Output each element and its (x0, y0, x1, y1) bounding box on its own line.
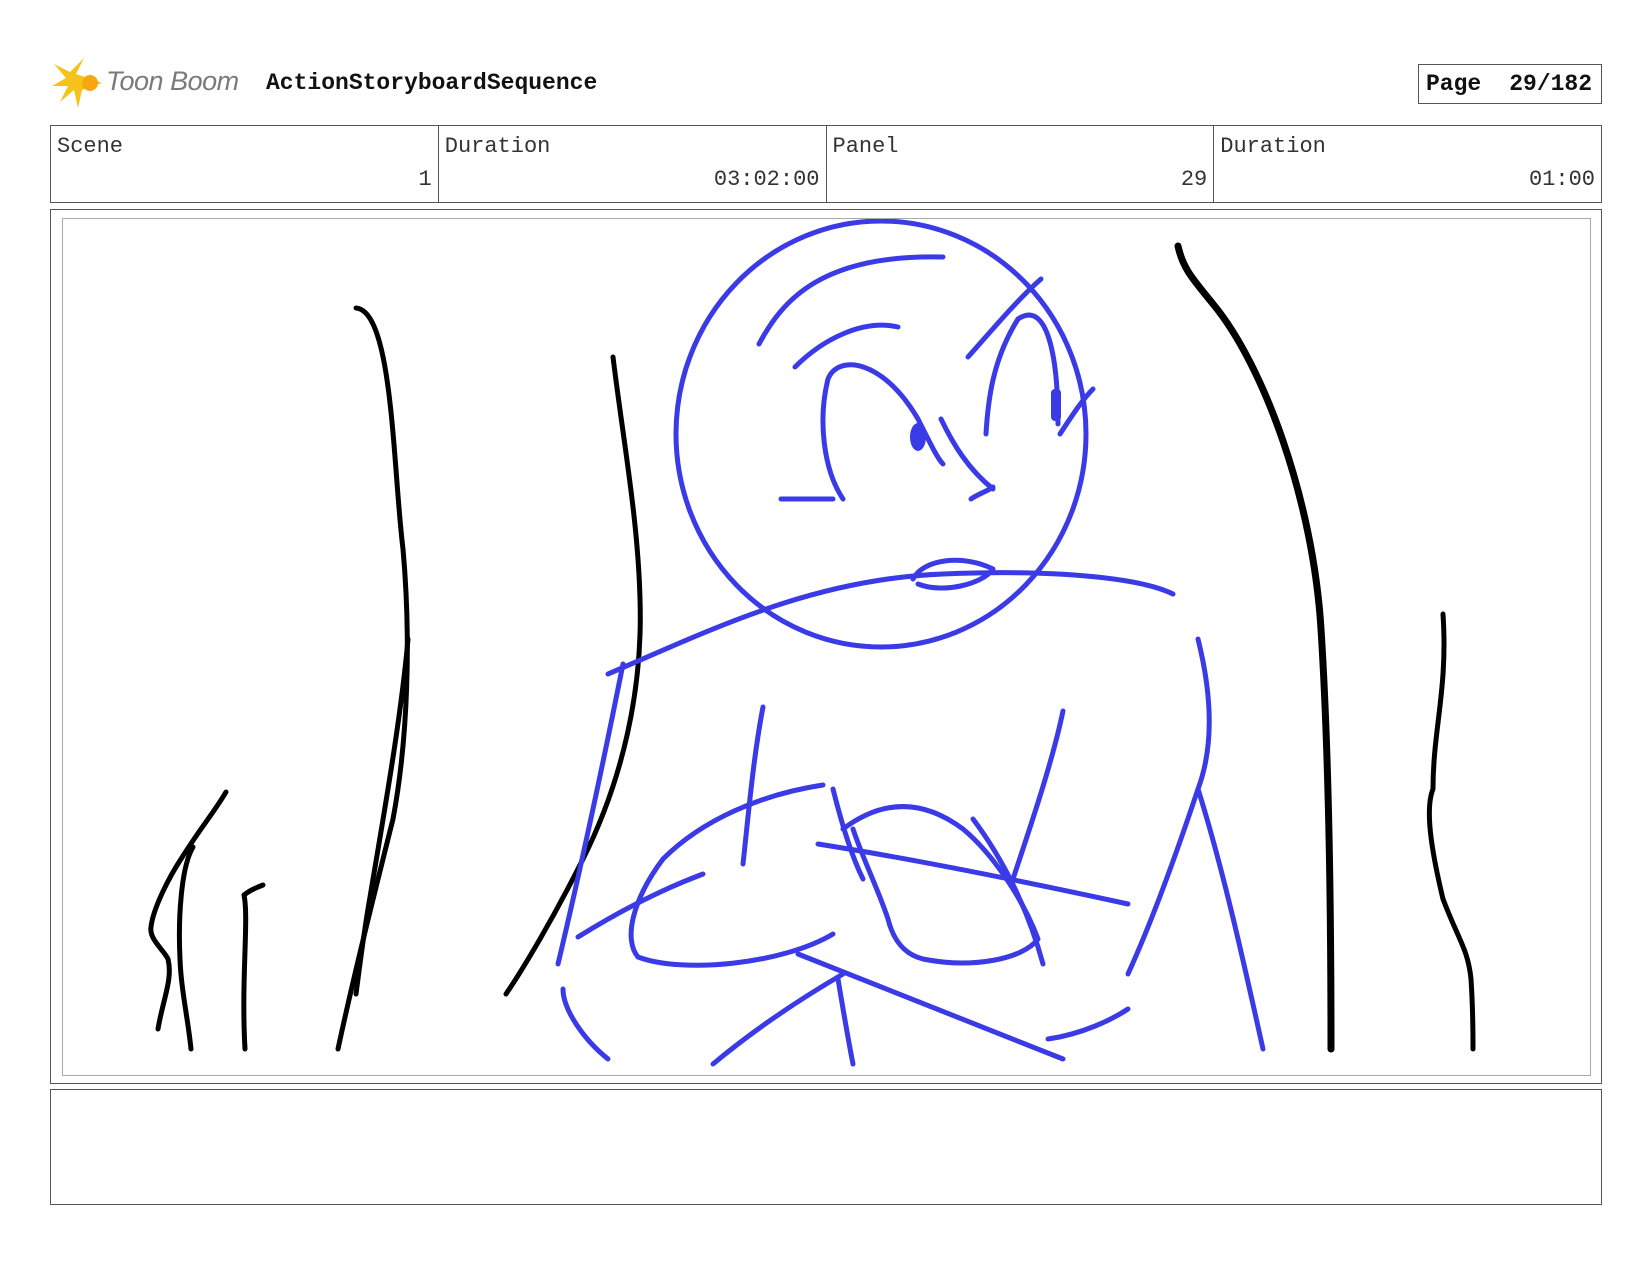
character-head (673, 219, 1089, 650)
scene-label: Scene (57, 134, 124, 159)
project-title: ActionStoryboardSequence (266, 70, 598, 96)
grass-blade-3 (241, 882, 266, 1052)
torso-line-left (740, 704, 766, 867)
scene-duration-value: 03:02:00 (713, 167, 820, 192)
tree-trunk-left (335, 305, 410, 1052)
body-right-side (1125, 636, 1212, 977)
forearm-left (575, 871, 706, 940)
panel-label: Panel (832, 134, 899, 159)
nose-tip (968, 484, 996, 502)
leg-left (710, 971, 846, 1067)
storyboard-sketch (148, 219, 1476, 1067)
tree-trunk-left-inner (353, 636, 411, 997)
arm-left (628, 782, 836, 968)
scene-duration-cell: Duration 03:02:00 (439, 126, 827, 202)
brow-left (792, 322, 901, 370)
tree-trunk-far-right (1426, 611, 1476, 1052)
storyboard-panel-frame (50, 209, 1602, 1084)
panel-cell: Panel 29 (827, 126, 1215, 202)
character-sketch (555, 219, 1266, 1067)
leg-crossing-line (795, 951, 1066, 1062)
scene-cell: Scene 1 (51, 126, 439, 202)
logo-text: Toon Boom (106, 66, 239, 96)
panel-duration-label: Duration (1220, 134, 1326, 159)
panel-value: 29 (1180, 167, 1208, 192)
leg-center (835, 976, 856, 1067)
pupil-left (910, 423, 926, 451)
page-number: 29/182 (1509, 71, 1593, 97)
storyboard-drawing-area (62, 218, 1591, 1076)
background-trees (148, 242, 1476, 1053)
leg-left-outline (560, 986, 611, 1062)
hand-left (830, 786, 866, 882)
shoulder-line (605, 570, 1176, 677)
toon-boom-logo: Toon Boom (52, 56, 252, 116)
eye-right (983, 312, 1061, 437)
pupil-right (1051, 389, 1061, 421)
panel-duration-value: 01:00 (1528, 167, 1595, 192)
scene-value: 1 (418, 167, 432, 192)
panel-notes-box (50, 1089, 1602, 1205)
page-indicator: Page 29/182 (1418, 64, 1602, 104)
arm-right (840, 804, 1041, 966)
grass-blade-2 (176, 844, 196, 1052)
panel-duration-cell: Duration 01:00 (1214, 126, 1601, 202)
torso-line-right (1010, 708, 1066, 882)
toon-boom-starburst-icon (52, 58, 102, 108)
crossed-arm-line (815, 841, 1131, 907)
page-label: Page (1426, 71, 1482, 97)
scene-duration-label: Duration (444, 134, 551, 159)
panel-info-table: Scene 1 Duration 03:02:00 Panel 29 Durat… (50, 125, 1602, 203)
grass-blade-1 (148, 789, 229, 1032)
leg-right (1045, 1006, 1131, 1042)
body-right-lower (1195, 786, 1266, 1052)
